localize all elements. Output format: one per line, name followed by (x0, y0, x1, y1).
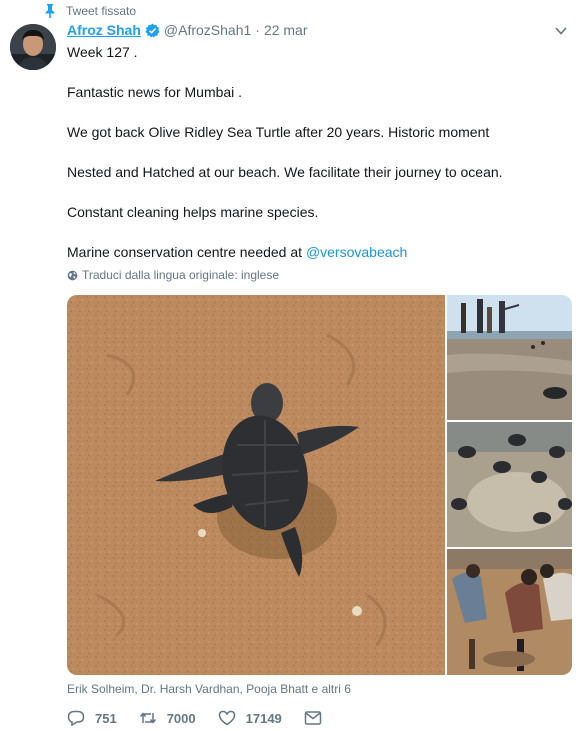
like-icon (218, 710, 235, 726)
tweet-date[interactable]: 22 mar (264, 22, 308, 38)
translate-link[interactable]: Traduci dalla lingua originale: inglese (67, 268, 279, 282)
globe-icon (67, 270, 78, 280)
reply-icon (67, 710, 85, 726)
tweet-line-last: Marine conservation centre needed at @ve… (67, 242, 567, 262)
tweet-header: Afroz Shah @AfrozShah1 · 22 mar (67, 22, 308, 38)
volunteers-photo[interactable] (447, 549, 572, 675)
avatar[interactable] (10, 24, 56, 70)
turtle-hatchling-photo[interactable] (67, 295, 445, 675)
hatchlings-photo[interactable] (447, 422, 572, 547)
verified-badge-icon (145, 22, 160, 38)
tweet-line: Nested and Hatched at our beach. We faci… (67, 164, 503, 180)
direct-message-button[interactable] (304, 710, 322, 726)
reply-count: 751 (95, 710, 117, 726)
translate-label: Traduci dalla lingua originale: inglese (82, 268, 280, 282)
liked-by-text[interactable]: Erik Solheim, Dr. Harsh Vardhan, Pooja B… (67, 682, 351, 696)
retweet-icon (139, 712, 156, 724)
tweet-text: Week 127 . Fantastic news for Mumbai . W… (67, 42, 567, 282)
tweet-line: We got back Olive Ridley Sea Turtle afte… (67, 124, 490, 140)
author-handle[interactable]: @AfrozShah1 (164, 22, 251, 38)
chevron-down-icon[interactable] (555, 26, 567, 36)
retweet-button[interactable]: 7000 (139, 710, 196, 726)
tweet-actions: 751 7000 17149 (67, 710, 344, 726)
tweet-line: Constant cleaning helps marine species. (67, 204, 319, 220)
tweet-line: Fantastic news for Mumbai . (67, 84, 243, 100)
reply-button[interactable]: 751 (67, 710, 117, 726)
retweet-count: 7000 (166, 710, 196, 726)
header-separator: · (255, 22, 260, 38)
tweet-line-text: Marine conservation centre needed at (67, 244, 306, 260)
mention-link[interactable]: @versovabeach (306, 244, 407, 260)
author-name[interactable]: Afroz Shah (67, 22, 141, 38)
pinned-indicator: Tweet fissato (44, 4, 136, 18)
media-grid (67, 295, 572, 675)
like-count: 17149 (245, 710, 282, 726)
beach-photo[interactable] (447, 295, 572, 420)
pin-icon (45, 4, 55, 18)
message-icon (304, 711, 322, 725)
pinned-label: Tweet fissato (66, 4, 137, 18)
tweet-line: Week 127 . (67, 44, 138, 60)
like-button[interactable]: 17149 (218, 710, 282, 726)
